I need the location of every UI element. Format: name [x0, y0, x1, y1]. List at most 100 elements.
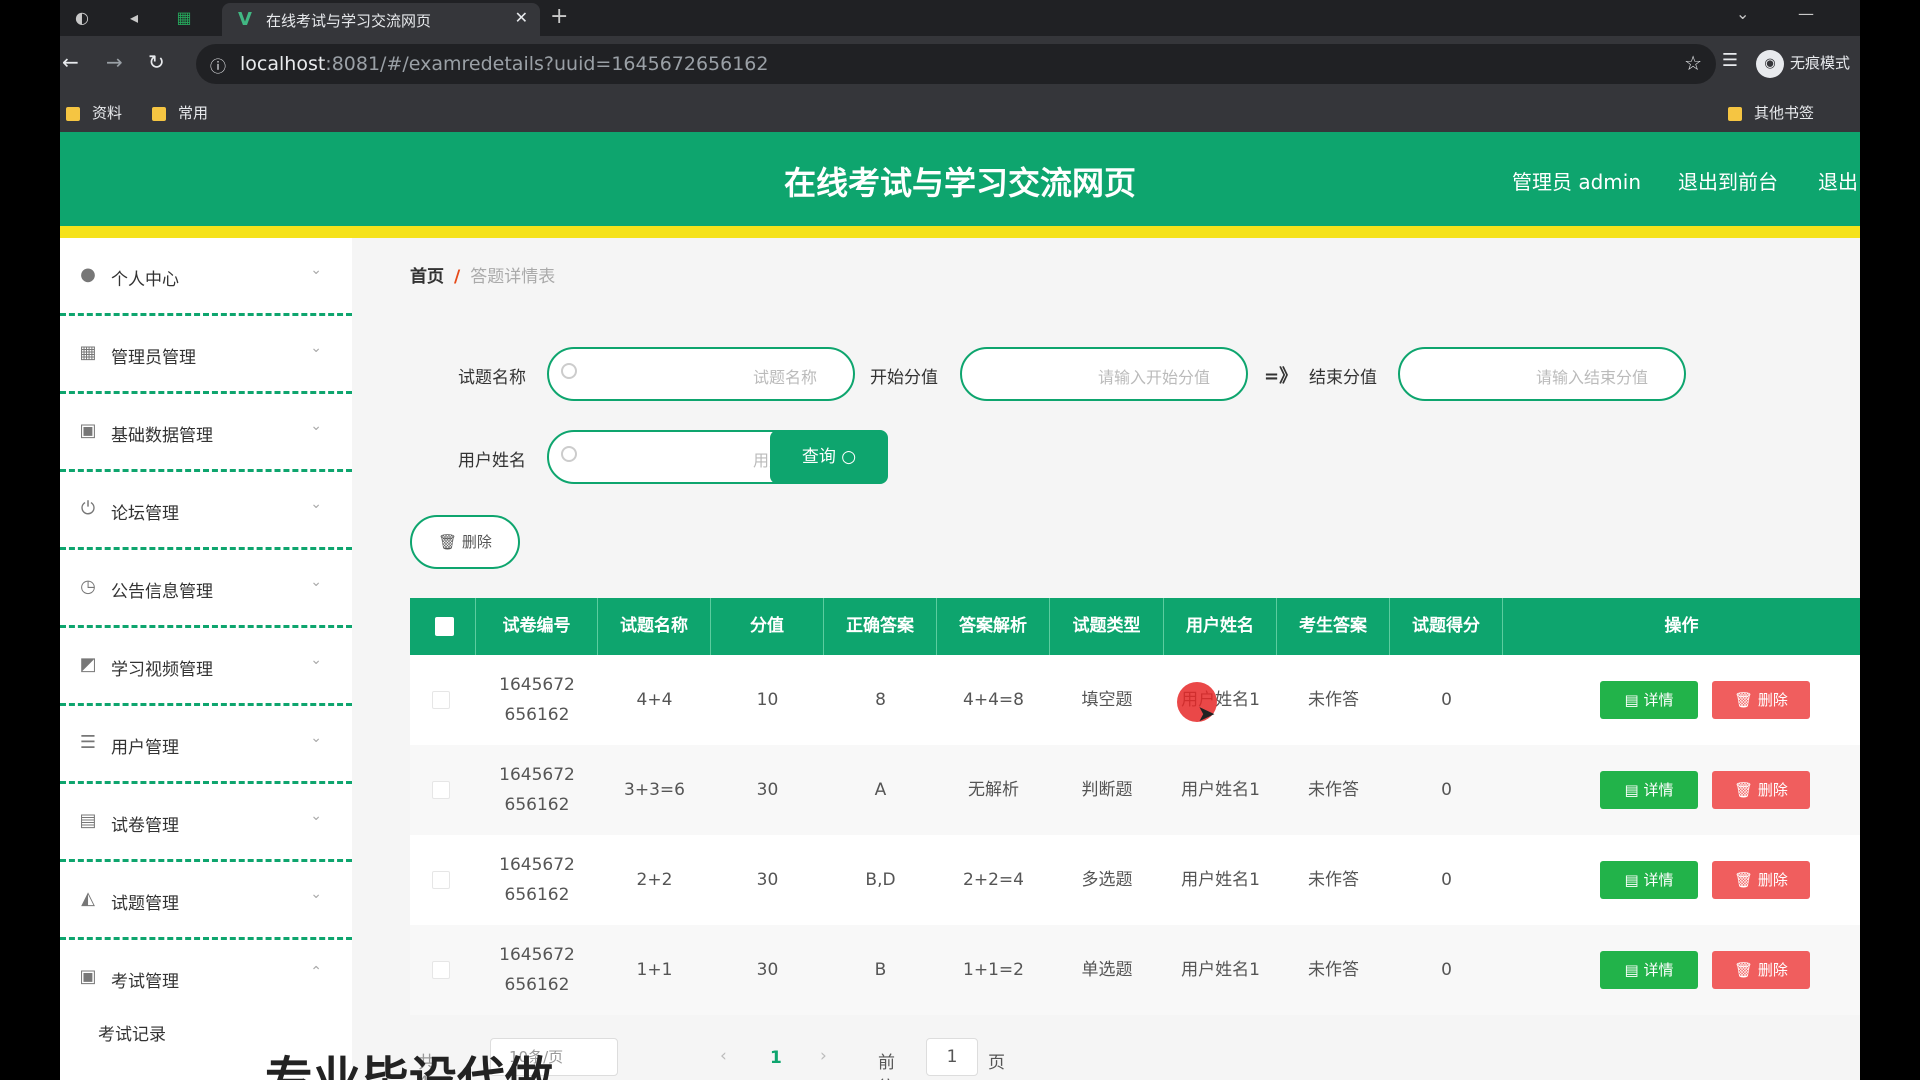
vue-favicon-icon: V: [238, 9, 252, 30]
address-bar[interactable]: ⓘ localhost:8081/#/examredetails?uuid=16…: [196, 44, 1716, 84]
sheet-favicon-icon[interactable]: ▦: [172, 6, 196, 30]
col-score: 分值: [711, 598, 824, 655]
goto-page-input[interactable]: 1: [926, 1038, 978, 1076]
detail-button[interactable]: ▤ 详情: [1600, 861, 1698, 899]
col-actions: 操作: [1664, 616, 1699, 636]
bookmark-folder-common[interactable]: 常用: [152, 102, 208, 123]
tab-close-icon[interactable]: ✕: [515, 8, 528, 27]
sidebar-item-profile[interactable]: ● 个人中心 ⌄: [60, 238, 352, 316]
chevron-down-icon: ⌄: [310, 730, 322, 746]
sidebar-item-users[interactable]: ☰ 用户管理 ⌄: [60, 706, 352, 784]
chevron-down-icon: ⌄: [310, 496, 322, 512]
sidebar-item-admins[interactable]: ▦ 管理员管理 ⌄: [60, 316, 352, 394]
cell-paper-id: 1645672656162: [499, 765, 575, 815]
query-button[interactable]: 查询 ○: [770, 430, 888, 484]
col-points: 试题得分: [1390, 598, 1503, 655]
tab-search-chevron-icon[interactable]: ⌄: [1736, 4, 1749, 23]
browser-logo-icon[interactable]: ◐: [70, 6, 94, 30]
site-info-icon[interactable]: ⓘ: [210, 53, 226, 77]
row-checkbox[interactable]: [432, 691, 450, 709]
sidebar-item-exams[interactable]: ▣ 考试管理 ⌃: [60, 940, 352, 1018]
list-icon: ☰: [79, 732, 97, 753]
bookmark-folder-materials[interactable]: 资料: [66, 102, 122, 123]
bookmark-star-icon[interactable]: ☆: [1684, 51, 1702, 75]
prev-page-icon[interactable]: ‹: [720, 1046, 727, 1066]
breadcrumb-home[interactable]: 首页: [410, 267, 444, 287]
start-score-input[interactable]: 请输入开始分值: [960, 347, 1248, 401]
range-arrow: =》: [1264, 366, 1298, 387]
document-icon: ▤: [1624, 691, 1639, 709]
other-bookmarks[interactable]: 其他书签: [1728, 102, 1814, 123]
detail-button[interactable]: ▤ 详情: [1600, 681, 1698, 719]
cell-correct-answer: A: [874, 780, 887, 800]
sidebar-item-forum[interactable]: ⏻ 论坛管理 ⌄: [60, 472, 352, 550]
back-icon[interactable]: ←: [62, 50, 79, 74]
new-tab-icon[interactable]: +: [550, 4, 568, 29]
question-name-label: 试题名称: [458, 368, 526, 388]
row-checkbox[interactable]: [432, 871, 450, 889]
page-number[interactable]: 1: [770, 1048, 782, 1068]
cell-analysis: 1+1=2: [963, 960, 1024, 980]
cell-username: 用户姓名1: [1181, 960, 1260, 980]
sidebar-item-base-data[interactable]: ▣ 基础数据管理 ⌄: [60, 394, 352, 472]
cell-type: 填空题: [1081, 690, 1133, 710]
table-header: 试卷编号 试题名称 分值 正确答案 答案解析 试题类型 用户姓名 考生答案 试题…: [410, 598, 1860, 655]
reload-icon[interactable]: ↻: [148, 50, 165, 74]
search-icon: [561, 446, 577, 462]
sidebar-item-videos[interactable]: ◩ 学习视频管理 ⌄: [60, 628, 352, 706]
delete-button[interactable]: 🗑 删除: [1712, 681, 1810, 719]
active-tab[interactable]: V 在线考试与学习交流网页 ✕: [222, 3, 540, 36]
header-select-all[interactable]: [410, 598, 476, 655]
select-all-checkbox[interactable]: [435, 617, 454, 636]
reading-list-icon[interactable]: ☰: [1722, 50, 1738, 71]
sidebar-item-papers[interactable]: ▤ 试卷管理 ⌄: [60, 784, 352, 862]
delete-button[interactable]: 🗑 删除: [1712, 771, 1810, 809]
cell-user-answer: 未作答: [1308, 870, 1359, 890]
detail-button[interactable]: ▤ 详情: [1600, 951, 1698, 989]
delete-button[interactable]: 🗑 删除: [1712, 951, 1810, 989]
exit-to-front-link[interactable]: 退出到前台: [1678, 166, 1778, 195]
tab-mute-icon[interactable]: ◂: [122, 6, 146, 30]
cell-paper-id: 1645672656162: [499, 855, 575, 905]
end-score-input[interactable]: 请输入结束分值: [1398, 347, 1686, 401]
detail-button[interactable]: ▤ 详情: [1600, 771, 1698, 809]
next-page-icon[interactable]: ›: [820, 1046, 827, 1066]
cell-score: 30: [756, 870, 779, 890]
sidebar-item-label: 基础数据管理: [111, 426, 213, 446]
folder-icon: [66, 106, 80, 121]
row-checkbox[interactable]: [432, 961, 450, 979]
row-checkbox[interactable]: [432, 781, 450, 799]
trash-icon: 🗑: [1734, 961, 1754, 979]
cell-user-answer: 未作答: [1308, 780, 1359, 800]
search-icon: ○: [841, 447, 857, 467]
forward-icon[interactable]: →: [106, 50, 123, 74]
trash-icon: 🗑: [1734, 691, 1754, 709]
folder-icon: [1728, 106, 1742, 121]
col-paper-id: 试卷编号: [476, 598, 598, 655]
cell-paper-id: 1645672656162: [499, 945, 575, 995]
folder-icon: [152, 106, 166, 121]
tab-title: 在线考试与学习交流网页: [266, 12, 432, 30]
cell-score: 30: [756, 960, 779, 980]
col-user-answer: 考生答案: [1277, 598, 1390, 655]
minimize-icon[interactable]: —: [1798, 4, 1814, 23]
clipboard-icon: ▣: [79, 420, 97, 441]
chat-icon: ▤: [79, 810, 97, 831]
sidebar-item-questions[interactable]: ◭ 试题管理 ⌄: [60, 862, 352, 940]
breadcrumb-separator: /: [454, 267, 461, 287]
cell-username: 用户姓名1: [1181, 780, 1260, 800]
table-row: 1645672656162 3+3=6 30 A 无解析 判断题 用户姓名1 未…: [410, 745, 1860, 835]
incognito-icon: ◉: [1755, 49, 1784, 78]
cell-analysis: 无解析: [968, 780, 1019, 800]
power-icon: ⏻: [80, 498, 96, 519]
logout-link[interactable]: 退出: [1818, 166, 1858, 195]
chevron-down-icon: ⌄: [310, 574, 322, 590]
url-text[interactable]: localhost:8081/#/examredetails?uuid=1645…: [240, 53, 769, 75]
batch-delete-button[interactable]: 🗑 删除: [410, 515, 520, 569]
submenu-exam-records[interactable]: 考试记录: [98, 1020, 166, 1045]
delete-button[interactable]: 🗑 删除: [1712, 861, 1810, 899]
question-name-input[interactable]: 试题名称: [547, 347, 855, 401]
sidebar-item-notices[interactable]: ◷ 公告信息管理 ⌄: [60, 550, 352, 628]
table-row: 1645672656162 1+1 30 B 1+1=2 单选题 用户姓名1 未…: [410, 925, 1860, 1015]
incognito-indicator[interactable]: ◉ 无痕模式: [1755, 45, 1850, 81]
